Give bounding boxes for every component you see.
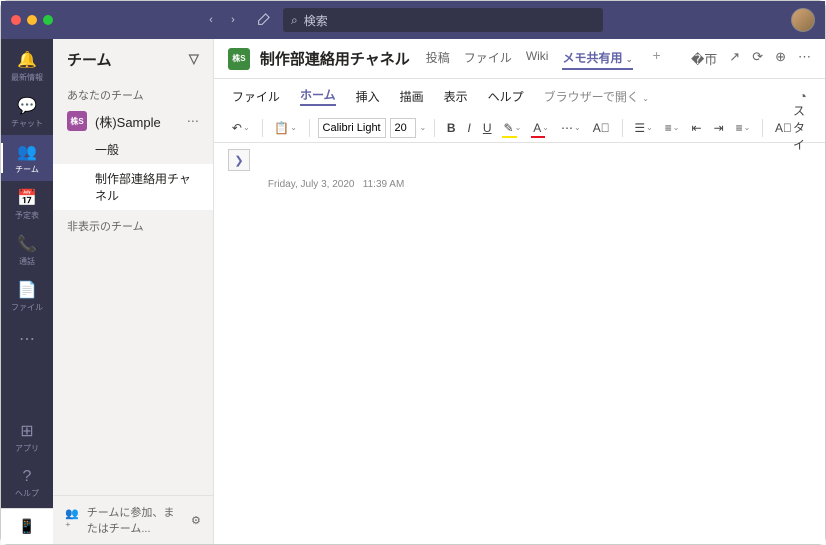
rail-apps[interactable]: ⊞アプリ: [1, 416, 53, 462]
bold-button[interactable]: B: [443, 119, 460, 137]
filter-icon[interactable]: ▽: [189, 51, 199, 67]
team-name: (株)Sample: [95, 112, 179, 131]
rail-chat[interactable]: 💬チャット: [1, 89, 53, 135]
rail-mobile[interactable]: 📱: [1, 508, 53, 544]
formatting-toolbar: ↶⌄ 📋⌄ ⌄ B I U ✎⌄ A⌄ ⋯⌄ A⃠ ☰⌄ ≡⌄ ⇤ ⇥ ≡⌄ A…: [214, 113, 825, 143]
page-title-input[interactable]: [268, 153, 811, 173]
toggle-pane-button[interactable]: ❯: [228, 149, 250, 171]
bell-icon: 🔔: [17, 50, 37, 70]
window-controls: [11, 15, 53, 25]
paste-button[interactable]: 📋⌄: [270, 119, 301, 137]
align-button[interactable]: ≡⌄: [732, 119, 755, 137]
indent-button[interactable]: ⇥: [710, 119, 728, 137]
tab-memo[interactable]: メモ共有用 ⌄: [562, 47, 632, 70]
note-page[interactable]: Friday, July 3, 2020 11:39 AM: [268, 149, 811, 538]
help-icon: ?: [23, 468, 32, 486]
menu-home[interactable]: ホーム: [300, 86, 336, 106]
gear-icon[interactable]: ⚙: [191, 514, 201, 527]
channel-tabs: 投稿 ファイル Wiki メモ共有用 ⌄ +: [426, 47, 667, 70]
rail-help[interactable]: ?ヘルプ: [1, 462, 53, 508]
bullets-button[interactable]: ☰⌄: [630, 119, 656, 137]
add-tab-button[interactable]: +: [647, 47, 667, 70]
menu-draw[interactable]: 描画: [400, 88, 424, 105]
history-nav: ‹ ›: [201, 8, 243, 32]
menu-browser[interactable]: ブラウザーで開く ⌄: [544, 88, 649, 105]
rail-files[interactable]: 📄ファイル: [1, 273, 53, 319]
editor-body: ❯ Friday, July 3, 2020 11:39 AM: [214, 143, 825, 544]
phone-icon: 📞: [17, 234, 37, 254]
tab-wiki[interactable]: Wiki: [526, 47, 549, 70]
content-area: 株S 制作部連絡用チャネル 投稿 ファイル Wiki メモ共有用 ⌄ + �帀 …: [214, 39, 825, 544]
join-team-icon: 👥⁺: [65, 507, 79, 533]
numbering-button[interactable]: ≡⌄: [661, 119, 684, 137]
maximize-window[interactable]: [43, 15, 53, 25]
onenote-menu: ファイル ホーム 挿入 描画 表示 ヘルプ ブラウザーで開く ⌄ ◔: [214, 79, 825, 113]
more-icon[interactable]: ⋯: [798, 49, 811, 68]
team-row[interactable]: 株S (株)Sample ⋯: [53, 107, 213, 135]
sidebar-title: チーム: [67, 49, 112, 70]
sidebar-footer: 👥⁺ チームに参加、またはチーム... ⚙: [53, 495, 213, 544]
close-window[interactable]: [11, 15, 21, 25]
size-select[interactable]: [390, 118, 416, 138]
forward-button[interactable]: ›: [223, 8, 243, 32]
channel-badge: 株S: [228, 48, 250, 70]
refresh-icon[interactable]: ⟳: [752, 49, 763, 68]
clear-format-button[interactable]: A⃠: [589, 119, 614, 137]
popout-icon[interactable]: ↗: [729, 49, 740, 68]
search-placeholder: 検索: [304, 12, 328, 29]
rail-calls[interactable]: 📞通話: [1, 227, 53, 273]
tab-files[interactable]: ファイル: [464, 47, 512, 70]
join-team-label[interactable]: チームに参加、またはチーム...: [87, 504, 183, 536]
sidebar-header: チーム ▽: [53, 39, 213, 79]
page-date: Friday, July 3, 2020 11:39 AM: [268, 179, 811, 190]
chevron-down-icon: ⌄: [626, 55, 633, 64]
channel-production[interactable]: 制作部連絡用チャネル: [53, 164, 213, 210]
search-input[interactable]: ⌕ 検索: [283, 8, 603, 32]
channel-general[interactable]: 一般: [53, 135, 213, 164]
rail-activity[interactable]: 🔔最新情報: [1, 43, 53, 89]
apps-icon: ⊞: [20, 421, 33, 441]
more-formatting[interactable]: ⋯⌄: [557, 119, 585, 137]
expand-tab-icon[interactable]: �帀: [691, 49, 717, 68]
menu-help[interactable]: ヘルプ: [488, 88, 524, 105]
content-header: 株S 制作部連絡用チャネル 投稿 ファイル Wiki メモ共有用 ⌄ + �帀 …: [214, 39, 825, 79]
minimize-window[interactable]: [27, 15, 37, 25]
rail-teams[interactable]: 👥チーム: [1, 135, 53, 181]
user-avatar[interactable]: [791, 8, 815, 32]
undo-button[interactable]: ↶⌄: [228, 119, 254, 137]
teams-icon: 👥: [17, 142, 37, 162]
your-teams-label: あなたのチーム: [53, 79, 213, 107]
titlebar: ‹ › ⌕ 検索: [1, 1, 825, 39]
header-actions: �帀 ↗ ⟳ ⊕ ⋯: [691, 49, 811, 68]
team-more-icon[interactable]: ⋯: [187, 114, 199, 128]
font-select[interactable]: [318, 118, 386, 138]
menu-view[interactable]: 表示: [444, 88, 468, 105]
search-icon: ⌕: [291, 13, 298, 28]
chat-icon: 💬: [17, 96, 37, 116]
app-rail: 🔔最新情報 💬チャット 👥チーム 📅予定表 📞通話 📄ファイル ⋯ ⊞アプリ ?…: [1, 39, 53, 544]
rail-calendar[interactable]: 📅予定表: [1, 181, 53, 227]
menu-file[interactable]: ファイル: [232, 88, 280, 105]
channel-title: 制作部連絡用チャネル: [260, 48, 410, 69]
highlight-button[interactable]: ✎⌄: [500, 119, 526, 137]
italic-button[interactable]: I: [464, 119, 475, 137]
compose-button[interactable]: [251, 8, 275, 32]
tab-posts[interactable]: 投稿: [426, 47, 450, 70]
back-button[interactable]: ‹: [201, 8, 221, 32]
calendar-icon: 📅: [17, 188, 37, 208]
teams-sidebar: チーム ▽ あなたのチーム 株S (株)Sample ⋯ 一般 制作部連絡用チャ…: [53, 39, 214, 544]
hidden-teams-label[interactable]: 非表示のチーム: [53, 210, 213, 238]
file-icon: 📄: [17, 280, 37, 300]
outdent-button[interactable]: ⇤: [688, 119, 706, 137]
rail-more[interactable]: ⋯: [9, 319, 45, 359]
menu-insert[interactable]: 挿入: [356, 88, 380, 105]
font-color-button[interactable]: A⌄: [529, 119, 553, 137]
globe-icon[interactable]: ⊕: [775, 49, 786, 68]
underline-button[interactable]: U: [479, 119, 496, 137]
team-badge: 株S: [67, 111, 87, 131]
